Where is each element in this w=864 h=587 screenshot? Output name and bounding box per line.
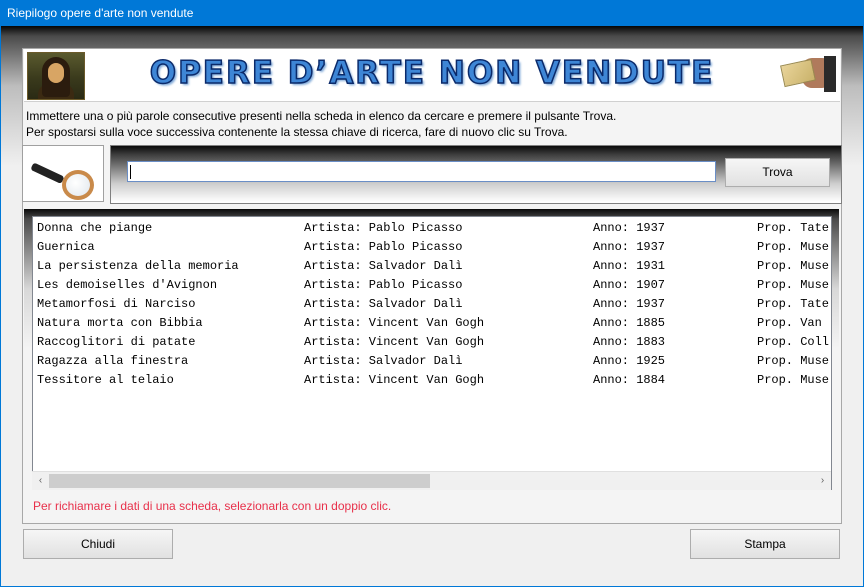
list-item[interactable]: Les demoiselles d'Avignon Artista: Pablo… bbox=[37, 276, 831, 295]
artwork-title: Donna che piange bbox=[37, 221, 153, 235]
artwork-owner: Prop. Tate bbox=[757, 221, 830, 235]
artwork-owner: Prop. Muse bbox=[757, 278, 830, 292]
artwork-title: Natura morta con Bibbia bbox=[37, 316, 203, 330]
search-icon-box bbox=[22, 145, 104, 202]
list-item[interactable]: Raccoglitori di patate Artista: Vincent … bbox=[37, 333, 831, 352]
artwork-title: Ragazza alla finestra bbox=[37, 354, 189, 368]
artwork-title: La persistenza della memoria bbox=[37, 259, 239, 273]
artwork-title: Guernica bbox=[37, 240, 95, 254]
artwork-artist: Artista: Vincent Van Gogh bbox=[304, 316, 485, 330]
artwork-year: Anno: 1925 bbox=[593, 354, 666, 368]
artwork-artist: Artista: Pablo Picasso bbox=[304, 278, 463, 292]
artwork-owner: Prop. Coll bbox=[757, 335, 830, 349]
artwork-title: Tessitore al telaio bbox=[37, 373, 174, 387]
artwork-owner: Prop. Tate bbox=[757, 297, 830, 311]
artwork-year: Anno: 1931 bbox=[593, 259, 666, 273]
list-item[interactable]: Natura morta con Bibbia Artista: Vincent… bbox=[37, 314, 831, 333]
artwork-owner: Prop. Muse bbox=[757, 354, 830, 368]
close-button[interactable]: Chiudi bbox=[23, 529, 173, 559]
artwork-year: Anno: 1884 bbox=[593, 373, 666, 387]
artwork-artist: Artista: Salvador Dalì bbox=[304, 297, 463, 311]
artwork-artist: Artista: Salvador Dalì bbox=[304, 259, 463, 273]
artwork-artist: Artista: Pablo Picasso bbox=[304, 240, 463, 254]
artwork-artist: Artista: Vincent Van Gogh bbox=[304, 373, 485, 387]
artwork-year: Anno: 1907 bbox=[593, 278, 666, 292]
artwork-artist: Artista: Vincent Van Gogh bbox=[304, 335, 485, 349]
artwork-title: Les demoiselles d'Avignon bbox=[37, 278, 218, 292]
print-button[interactable]: Stampa bbox=[690, 529, 840, 559]
artwork-owner: Prop. Muse bbox=[757, 259, 830, 273]
banner-title: OPERE D’ARTE NON VENDUTE bbox=[149, 54, 715, 92]
instruction-line-2: Per spostarsi sulla voce successiva cont… bbox=[26, 125, 568, 139]
double-click-hint: Per richiamare i dati di una scheda, sel… bbox=[33, 499, 392, 513]
artwork-owner: Prop. Van bbox=[757, 316, 822, 330]
find-button[interactable]: Trova bbox=[725, 158, 830, 187]
artwork-title: Raccoglitori di patate bbox=[37, 335, 196, 349]
horizontal-scrollbar[interactable]: ‹ › bbox=[32, 471, 831, 490]
list-item[interactable]: Metamorfosi di Narciso Artista: Salvador… bbox=[37, 295, 831, 314]
banknote-hand-icon bbox=[780, 56, 836, 92]
text-caret bbox=[130, 165, 131, 179]
artwork-year: Anno: 1937 bbox=[593, 240, 666, 254]
scroll-left-icon[interactable]: ‹ bbox=[32, 472, 49, 490]
artwork-year: Anno: 1883 bbox=[593, 335, 666, 349]
artwork-artist: Artista: Pablo Picasso bbox=[304, 221, 463, 235]
artwork-year: Anno: 1937 bbox=[593, 221, 666, 235]
artworks-list[interactable]: Donna che piange Artista: Pablo Picasso … bbox=[32, 216, 832, 490]
instruction-line-1: Immettere una o più parole consecutive p… bbox=[26, 109, 617, 123]
artwork-title: Metamorfosi di Narciso bbox=[37, 297, 196, 311]
search-input[interactable] bbox=[127, 161, 716, 182]
scroll-right-icon[interactable]: › bbox=[814, 472, 831, 490]
artwork-year: Anno: 1937 bbox=[593, 297, 666, 311]
scrollbar-thumb[interactable] bbox=[49, 474, 430, 488]
list-item[interactable]: Donna che piange Artista: Pablo Picasso … bbox=[37, 219, 831, 238]
artwork-owner: Prop. Muse bbox=[757, 373, 830, 387]
header-banner: OPERE D’ARTE NON VENDUTE bbox=[24, 49, 840, 102]
mona-lisa-image bbox=[27, 52, 85, 100]
instructions: Immettere una o più parole consecutive p… bbox=[26, 108, 616, 140]
window-title: Riepilogo opere d'arte non vendute bbox=[7, 6, 194, 20]
list-item[interactable]: Tessitore al telaio Artista: Vincent Van… bbox=[37, 371, 831, 390]
list-item[interactable]: La persistenza della memoria Artista: Sa… bbox=[37, 257, 831, 276]
artwork-owner: Prop. Muse bbox=[757, 240, 830, 254]
window-titlebar: Riepilogo opere d'arte non vendute bbox=[0, 0, 864, 26]
magnifying-glass-icon bbox=[30, 158, 102, 200]
list-item[interactable]: Guernica Artista: Pablo Picasso Anno: 19… bbox=[37, 238, 831, 257]
artwork-year: Anno: 1885 bbox=[593, 316, 666, 330]
list-item[interactable]: Ragazza alla finestra Artista: Salvador … bbox=[37, 352, 831, 371]
artwork-artist: Artista: Salvador Dalì bbox=[304, 354, 463, 368]
